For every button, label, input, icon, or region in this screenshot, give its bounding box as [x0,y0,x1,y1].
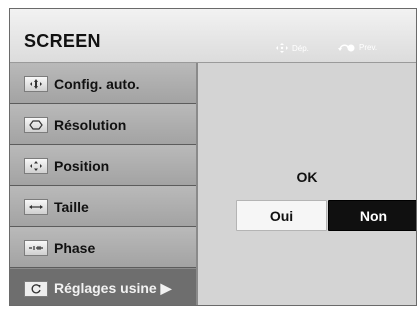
confirm-prompt: OK [296,169,318,185]
resolution-icon [24,116,48,133]
position-icon [24,157,48,174]
yes-button[interactable]: Oui [236,200,327,231]
menu-item-auto-config[interactable]: Config. auto. [10,63,196,104]
screen-menu: SCREEN Dép. Prev. Config. auto. Résoluti… [9,8,417,306]
hint-return: Prev. [338,42,377,52]
menu-item-phase[interactable]: Phase [10,227,196,268]
move-arrows-icon [276,43,288,53]
return-icon [338,44,355,52]
hint-move: Dép. [275,42,309,54]
menu-item-label: Résolution [54,116,127,133]
no-button[interactable]: Non [328,200,416,231]
size-icon [24,198,48,215]
menu-item-label: Taille [54,198,89,215]
menu-header: SCREEN Dép. Prev. [10,9,416,63]
menu-item-label: Config. auto. [54,75,140,92]
hint-return-label: Prev. [359,42,378,52]
menu-item-label: Réglages usine ▶ [54,280,172,296]
confirm-dialog: OK Oui Non [198,63,416,305]
menu-item-position[interactable]: Position [10,145,196,186]
auto-config-icon [24,75,48,92]
menu-item-label: Phase [54,239,96,256]
menu-item-resolution[interactable]: Résolution [10,104,196,145]
menu-item-size[interactable]: Taille [10,186,196,227]
menu-item-factory-reset[interactable]: Réglages usine ▶ [10,268,196,305]
phase-icon [24,239,48,256]
reset-icon [24,280,48,297]
menu-item-label: Position [54,157,110,174]
hint-move-label: Dép. [292,43,309,53]
settings-sidebar: Config. auto. Résolution Position Taille [10,63,198,305]
menu-title: SCREEN [24,31,101,51]
